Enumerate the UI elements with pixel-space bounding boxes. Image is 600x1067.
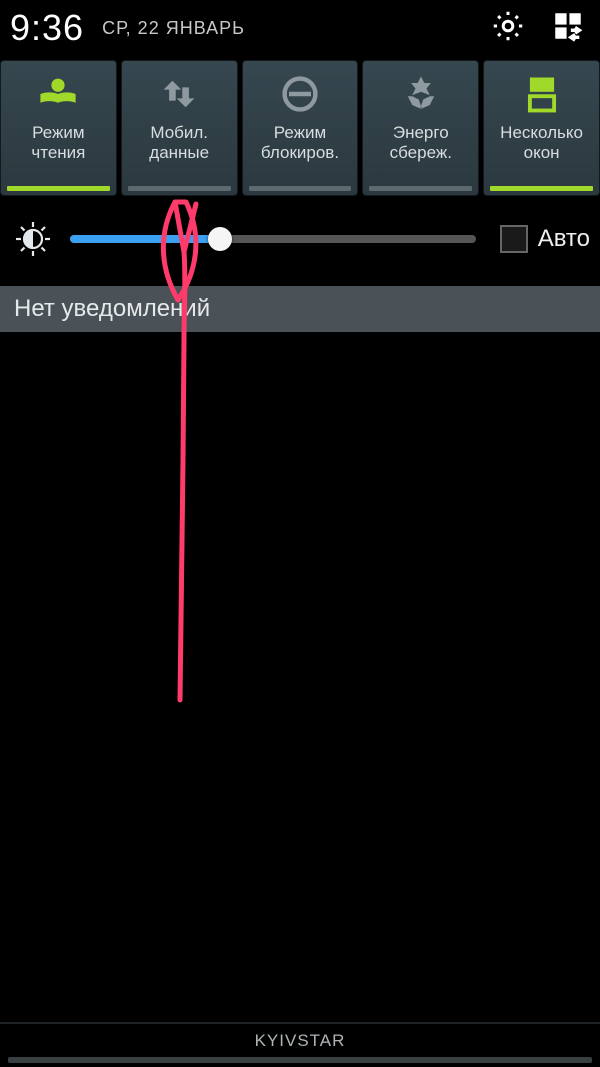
toggle-mobile-data[interactable]: Мобил.данные: [121, 60, 238, 196]
quick-toggles-row: Режимчтения Мобил.данные: [0, 56, 600, 196]
toggle-label: Режимчтения: [29, 123, 87, 162]
status-date: СР, 22 ЯНВАРЬ: [102, 18, 245, 39]
settings-button[interactable]: [486, 6, 530, 50]
toggle-label: Несколькоокон: [498, 123, 585, 162]
toggle-indicator: [490, 186, 593, 191]
panel-drag-handle[interactable]: [8, 1057, 592, 1063]
grid-icon: [551, 9, 585, 48]
reading-mode-icon: [35, 71, 81, 117]
toggle-blocking-mode[interactable]: Режимблокиров.: [242, 60, 359, 196]
gear-icon: [490, 8, 526, 49]
panel-footer: KYIVSTAR: [0, 1022, 600, 1067]
status-time: 9:36: [10, 7, 84, 49]
auto-brightness-label: Авто: [538, 225, 590, 253]
multi-window-icon: [519, 71, 565, 117]
carrier-label: KYIVSTAR: [0, 1024, 600, 1057]
toggle-indicator: [369, 186, 472, 191]
toggle-indicator: [7, 186, 110, 191]
blocking-mode-icon: [277, 71, 323, 117]
toggle-label: Мобил.данные: [147, 123, 211, 162]
brightness-icon: [10, 216, 56, 262]
toggle-indicator: [128, 186, 231, 191]
brightness-row: Авто: [0, 196, 600, 282]
auto-brightness-checkbox[interactable]: [500, 225, 528, 253]
toggle-indicator: [249, 186, 352, 191]
no-notifications-banner: Нет уведомлений: [0, 286, 600, 332]
toggle-label: Энергосбереж.: [388, 123, 454, 162]
toggle-multi-window[interactable]: Несколькоокон: [483, 60, 600, 196]
brightness-slider[interactable]: [70, 225, 476, 253]
power-saving-icon: [398, 71, 444, 117]
toggle-power-saving[interactable]: Энергосбереж.: [362, 60, 479, 196]
toggle-label: Режимблокиров.: [259, 123, 341, 162]
mobile-data-icon: [156, 71, 202, 117]
quick-panel-button[interactable]: [546, 6, 590, 50]
toggle-reading-mode[interactable]: Режимчтения: [0, 60, 117, 196]
